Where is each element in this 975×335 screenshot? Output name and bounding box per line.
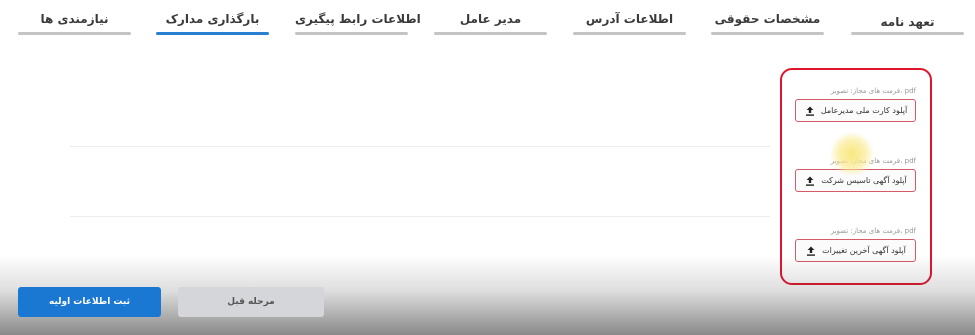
tab-label: بارگذاری مدارک (165, 12, 260, 26)
upload-button-label: آپلود آگهی آخرین تغییرات (822, 246, 906, 255)
tab-underline (851, 32, 964, 35)
tab-contact-person[interactable]: اطلاعات رابط پیگیری (295, 0, 421, 40)
upload-ceo-national-card-button[interactable]: آپلود کارت ملی مدیرعامل (795, 99, 916, 122)
submit-initial-info-button[interactable]: ثبت اطلاعات اولیه (18, 287, 161, 317)
upload-field-ceo-national-card: فرمت های مجاز: تصویر، pdf آپلود کارت ملی… (795, 86, 916, 122)
tab-underline (434, 32, 547, 35)
tab-requirements[interactable]: نیازمندی ها (18, 0, 131, 40)
row-divider (70, 216, 770, 217)
upload-icon (805, 106, 814, 116)
tab-legal-details[interactable]: مشخصات حقوقی (711, 0, 824, 40)
tab-underline-active (156, 32, 269, 35)
tab-label: تعهد نامه (880, 15, 935, 29)
tab-underline (573, 32, 686, 35)
tab-commitment[interactable]: تعهد نامه (851, 0, 964, 40)
tab-address-info[interactable]: اطلاعات آدرس (573, 0, 686, 40)
tab-underline (711, 32, 824, 35)
tab-label: مدیر عامل (459, 12, 522, 26)
upload-icon (806, 176, 815, 186)
format-hint: فرمت های مجاز: تصویر، pdf (830, 87, 916, 95)
tab-document-upload[interactable]: بارگذاری مدارک (156, 0, 269, 40)
previous-step-button[interactable]: مرحله قبل (178, 287, 324, 317)
upload-button-label: آپلود آگهی تاسیس شرکت (821, 176, 907, 185)
upload-field-company-registration: فرمت های مجاز: تصویر، pdf آپلود آگهی تاس… (795, 156, 916, 192)
upload-company-registration-button[interactable]: آپلود آگهی تاسیس شرکت (795, 169, 916, 192)
tab-label: اطلاعات رابط پیگیری (295, 12, 421, 26)
upload-latest-changes-button[interactable]: آپلود آگهی آخرین تغییرات (795, 239, 916, 262)
upload-field-latest-changes: فرمت های مجاز: تصویر، pdf آپلود آگهی آخر… (795, 226, 916, 262)
tab-label: اطلاعات آدرس (585, 12, 674, 26)
format-hint: فرمت های مجاز: تصویر، pdf (830, 227, 916, 235)
row-divider (70, 146, 770, 147)
tab-underline (18, 32, 131, 35)
format-hint: فرمت های مجاز: تصویر، pdf (830, 157, 916, 165)
tab-underline (295, 32, 408, 35)
tab-label: مشخصات حقوقی (714, 12, 821, 26)
tab-ceo[interactable]: مدیر عامل (434, 0, 547, 40)
step-tabs: تعهد نامه مشخصات حقوقی اطلاعات آدرس مدیر… (0, 0, 975, 40)
tab-label: نیازمندی ها (40, 12, 109, 26)
upload-icon (807, 246, 816, 256)
upload-button-label: آپلود کارت ملی مدیرعامل (820, 106, 908, 115)
